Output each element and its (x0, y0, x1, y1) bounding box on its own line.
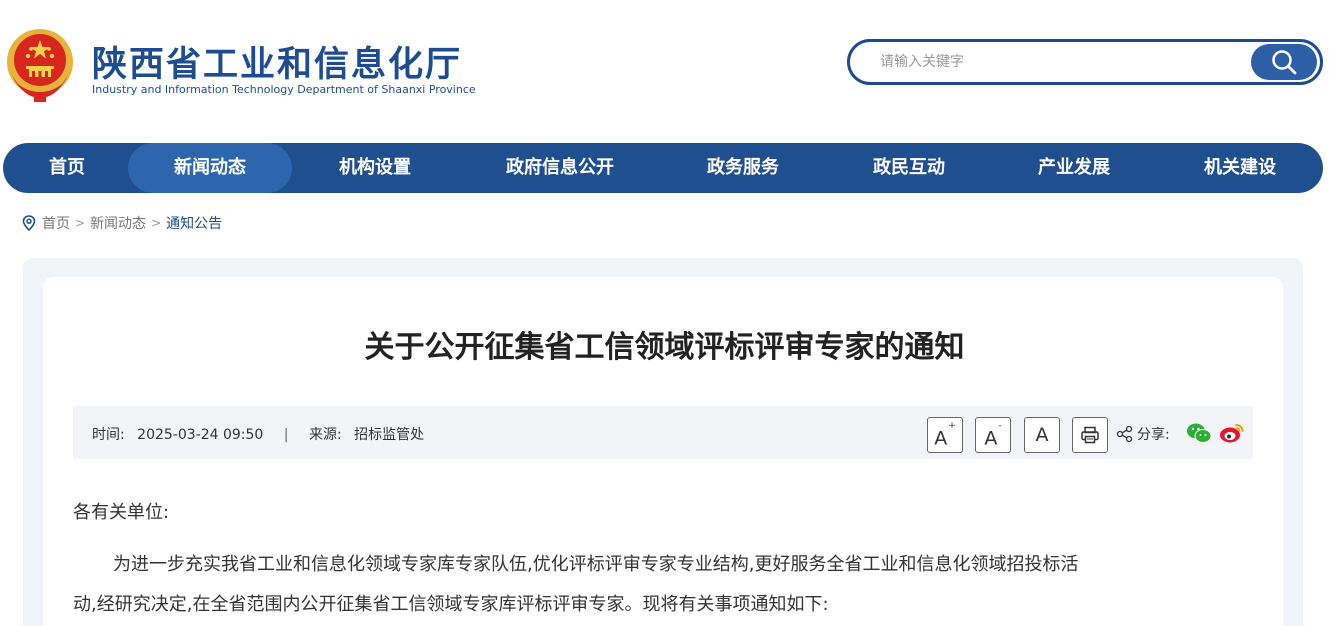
breadcrumb-home[interactable]: 首页 (42, 213, 70, 233)
nav-item-industry[interactable]: 产业发展 (1024, 143, 1124, 193)
font-increase-mark: + (948, 421, 956, 431)
nav-item-gov-services[interactable]: 政务服务 (693, 143, 793, 193)
article-paragraph-continued: 动,经研究决定,在全省范围内公开征集省工信领域专家库评标评审专家。现将有关事项通… (73, 594, 829, 615)
font-decrease-letter: A (984, 427, 998, 450)
site-subtitle: Industry and Information Technology Depa… (92, 83, 476, 96)
nav-item-organization[interactable]: 机构设置 (325, 143, 425, 193)
search-icon (1272, 50, 1297, 75)
wechat-icon[interactable] (1186, 422, 1212, 448)
nav-item-home[interactable]: 首页 (35, 143, 99, 193)
breadcrumb-separator: > (75, 216, 86, 230)
article-meta-bar: 时间: 2025-03-24 09:50 | 来源: 招标监管处 A+ A- A… (73, 406, 1253, 459)
article-paragraph: 为进一步充实我省工业和信息化领域专家库专家队伍,优化评标评审专家专业结构,更好服… (113, 554, 1079, 575)
site-title[interactable]: 陕西省工业和信息化厅 (92, 36, 462, 87)
site-header: 陕西省工业和信息化厅 Industry and Information Tech… (0, 0, 1329, 140)
nav-item-news[interactable]: 新闻动态 (128, 143, 292, 193)
font-decrease-mark: - (998, 421, 1002, 431)
breadcrumb: 首页 > 新闻动态 > 通知公告 (22, 213, 222, 233)
font-increase-letter: A (934, 427, 948, 450)
main-nav: 首页 新闻动态 机构设置 政府信息公开 政务服务 政民互动 产业发展 机关建设 (3, 143, 1323, 193)
nav-item-interaction[interactable]: 政民互动 (859, 143, 959, 193)
font-default-button[interactable]: A (1024, 417, 1060, 453)
publish-time: 2025-03-24 09:50 (137, 427, 264, 443)
print-button[interactable] (1072, 417, 1108, 453)
search-input[interactable] (880, 51, 1240, 73)
share-icon[interactable] (1116, 425, 1134, 443)
source-value: 招标监管处 (354, 427, 425, 443)
time-label: 时间: (92, 427, 125, 443)
share-section: 分享: (1116, 424, 1170, 444)
printer-icon (1081, 426, 1099, 444)
source-label: 来源: (308, 427, 342, 443)
breadcrumb-separator: > (151, 216, 162, 230)
meta-divider: | (283, 427, 289, 443)
breadcrumb-news[interactable]: 新闻动态 (90, 213, 146, 233)
national-emblem-icon[interactable] (4, 26, 76, 104)
nav-item-party-building[interactable]: 机关建设 (1190, 143, 1290, 193)
location-pin-icon (22, 215, 36, 231)
search-button[interactable] (1251, 44, 1317, 80)
article-salutation: 各有关单位: (73, 502, 170, 523)
article-title: 关于公开征集省工信领域评标评审专家的通知 (364, 330, 965, 365)
breadcrumb-current[interactable]: 通知公告 (166, 213, 222, 233)
share-label: 分享: (1137, 427, 1170, 443)
search-box (847, 39, 1323, 85)
font-increase-button[interactable]: A+ (927, 417, 963, 453)
weibo-icon[interactable] (1219, 422, 1245, 448)
article-meta-info: 时间: 2025-03-24 09:50 | 来源: 招标监管处 (92, 424, 424, 444)
nav-item-gov-info[interactable]: 政府信息公开 (490, 143, 630, 193)
font-decrease-button[interactable]: A- (975, 417, 1011, 453)
